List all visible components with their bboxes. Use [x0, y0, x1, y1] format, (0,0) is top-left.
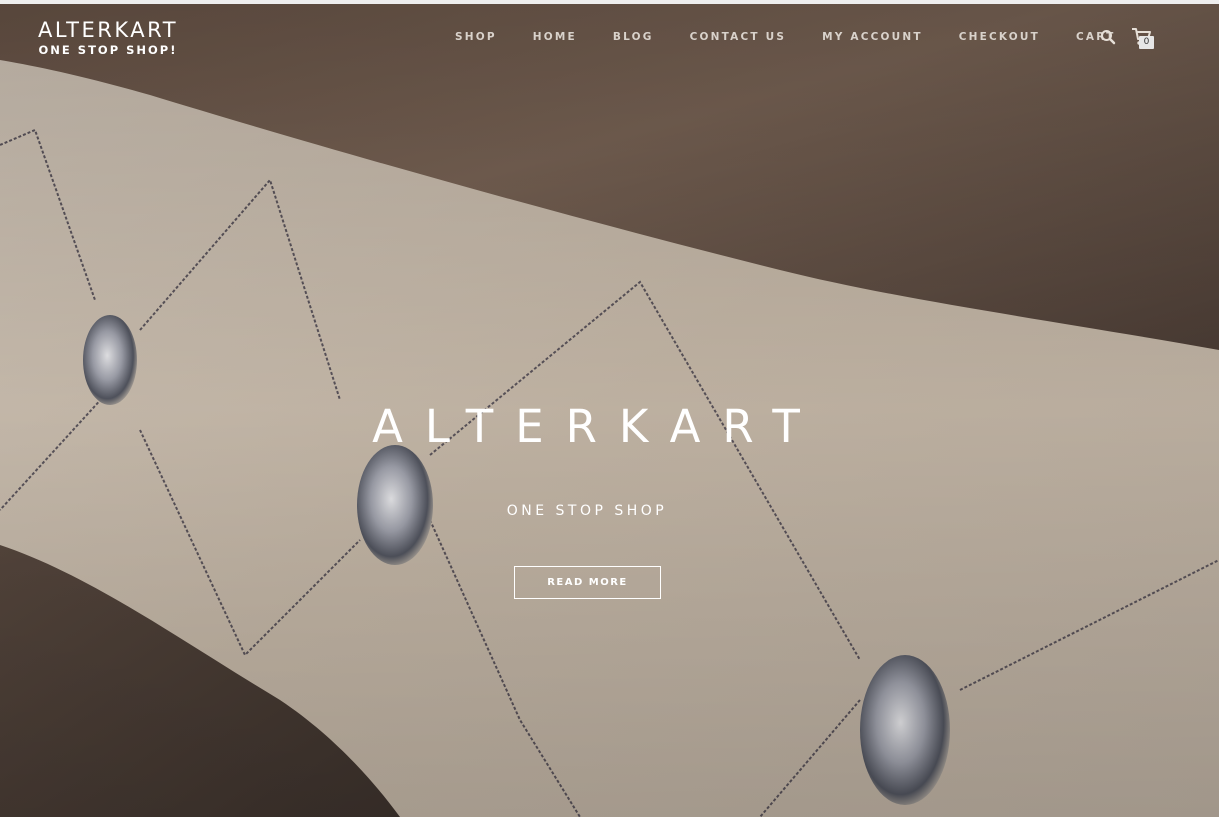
search-icon[interactable]: [1100, 29, 1116, 45]
site-logo[interactable]: ALTERKART ONE STOP SHOP!: [38, 18, 178, 57]
cart-count-badge: 0: [1139, 36, 1154, 49]
nav-item-my-account[interactable]: MY ACCOUNT: [822, 31, 923, 43]
hero-title: ALTERKART: [372, 400, 822, 453]
logo-title: ALTERKART: [38, 18, 179, 42]
read-more-button[interactable]: READ MORE: [514, 566, 661, 599]
site-header: ALTERKART ONE STOP SHOP! SHOP HOME BLOG …: [0, 4, 1219, 74]
logo-tagline: ONE STOP SHOP!: [38, 43, 178, 57]
hero-subtitle: ONE STOP SHOP: [506, 503, 668, 519]
hero-content: ALTERKART ONE STOP SHOP READ MORE: [0, 0, 1219, 817]
main-navigation: SHOP HOME BLOG CONTACT US MY ACCOUNT CHE…: [455, 31, 1151, 43]
nav-item-checkout[interactable]: CHECKOUT: [959, 31, 1040, 43]
top-border: [0, 0, 1219, 4]
nav-item-home[interactable]: HOME: [533, 31, 577, 43]
nav-item-contact-us[interactable]: CONTACT US: [690, 31, 787, 43]
nav-item-blog[interactable]: BLOG: [613, 31, 654, 43]
nav-item-shop[interactable]: SHOP: [455, 31, 497, 43]
